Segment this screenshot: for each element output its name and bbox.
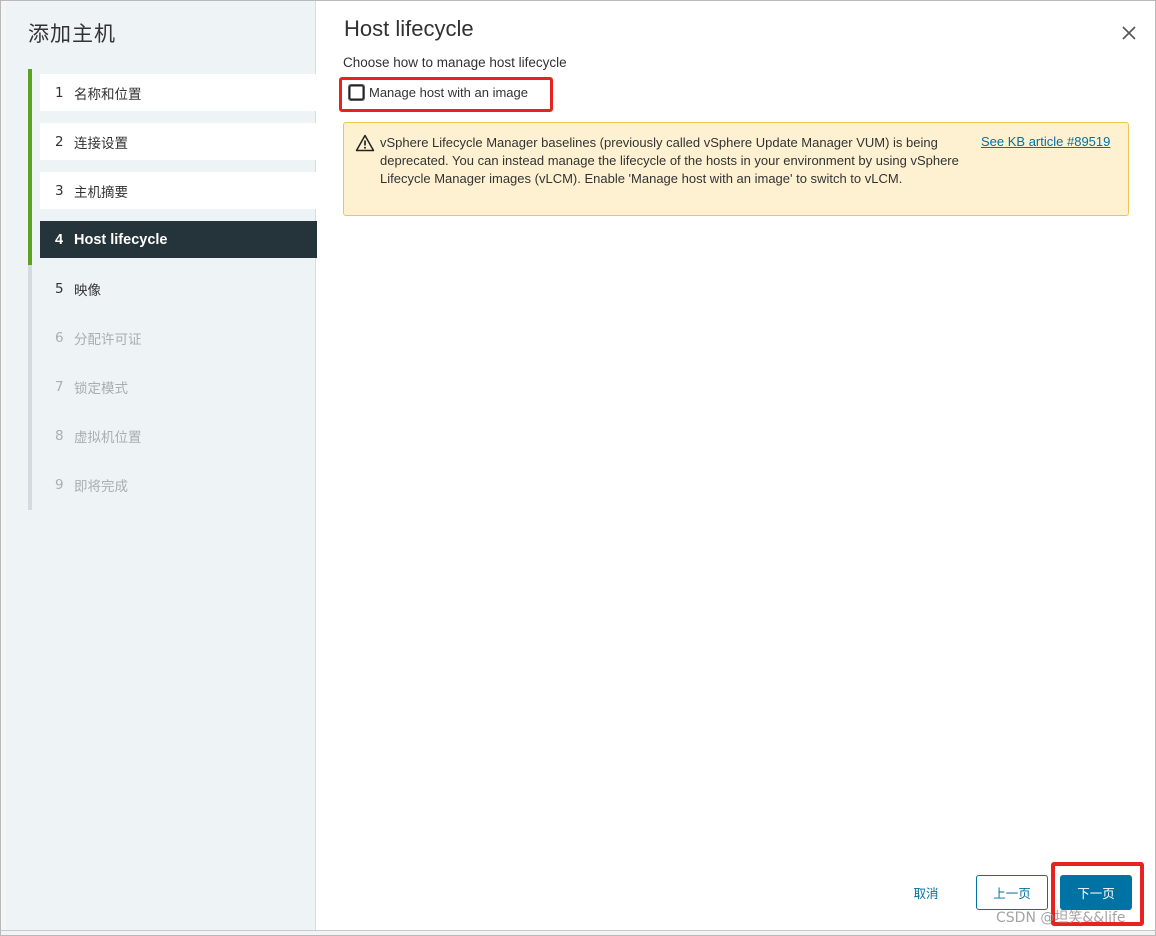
- next-button[interactable]: 下一页: [1060, 875, 1132, 910]
- step-number: 1: [55, 84, 64, 101]
- add-host-dialog: 添加主机 1 名称和位置 2 连接设置 3 主机摘要 4 Host lifecycle …: [0, 0, 1156, 936]
- manage-with-image-label[interactable]: Manage host with an image: [369, 85, 528, 100]
- main-panel: Host lifecycle Choose how to manage host…: [317, 1, 1155, 933]
- step-host-lifecycle[interactable]: 4 Host lifecycle: [28, 216, 319, 265]
- step-label: 分配许可证: [74, 331, 142, 348]
- step-label: 连接设置: [74, 135, 128, 152]
- step-name-location[interactable]: 1 名称和位置: [28, 69, 319, 118]
- wizard-steps: 1 名称和位置 2 连接设置 3 主机摘要 4 Host lifecycle 5 映像 6…: [28, 69, 319, 510]
- warning-icon: [355, 134, 375, 152]
- manage-with-image-checkbox[interactable]: [348, 84, 365, 101]
- step-number: 3: [55, 182, 64, 199]
- kb-article-link[interactable]: See KB article #89519: [981, 134, 1110, 149]
- step-lockdown-mode: 7 锁定模式: [28, 363, 316, 412]
- step-label: 锁定模式: [74, 380, 128, 397]
- manage-with-image-option[interactable]: Manage host with an image: [348, 84, 528, 101]
- alert-message: vSphere Lifecycle Manager baselines (pre…: [380, 135, 959, 186]
- deprecation-alert: vSphere Lifecycle Manager baselines (pre…: [343, 122, 1129, 216]
- step-number: 5: [55, 280, 64, 297]
- step-connection-settings[interactable]: 2 连接设置: [28, 118, 319, 167]
- cancel-button[interactable]: 取消: [901, 875, 951, 909]
- step-label: 即将完成: [74, 478, 128, 495]
- page-subtitle: Choose how to manage host lifecycle: [343, 55, 567, 70]
- previous-button[interactable]: 上一页: [976, 875, 1048, 910]
- step-number: 6: [55, 329, 64, 346]
- step-number: 8: [55, 427, 64, 444]
- step-label: 映像: [74, 282, 101, 299]
- wizard-title: 添加主机: [28, 22, 116, 46]
- step-number: 2: [55, 133, 64, 150]
- step-vm-location: 8 虚拟机位置: [28, 412, 316, 461]
- background-bleed: [1, 930, 1155, 935]
- step-assign-license: 6 分配许可证: [28, 314, 316, 363]
- step-host-summary[interactable]: 3 主机摘要: [28, 167, 319, 216]
- wizard-sidebar: 添加主机 1 名称和位置 2 连接设置 3 主机摘要 4 Host lifecycle …: [6, 1, 319, 933]
- step-label: Host lifecycle: [74, 231, 168, 248]
- step-number: 4: [55, 231, 64, 248]
- close-button[interactable]: [1118, 22, 1140, 44]
- step-number: 7: [55, 378, 64, 395]
- watermark: CSDN @坦笑&&life: [996, 910, 1126, 926]
- step-label: 主机摘要: [74, 184, 128, 201]
- close-icon: [1122, 26, 1136, 40]
- step-image[interactable]: 5 映像: [28, 265, 316, 314]
- page-title: Host lifecycle: [344, 16, 474, 41]
- step-number: 9: [55, 476, 64, 493]
- step-ready-to-complete: 9 即将完成: [28, 461, 316, 510]
- step-label: 虚拟机位置: [74, 429, 142, 446]
- step-label: 名称和位置: [74, 86, 142, 103]
